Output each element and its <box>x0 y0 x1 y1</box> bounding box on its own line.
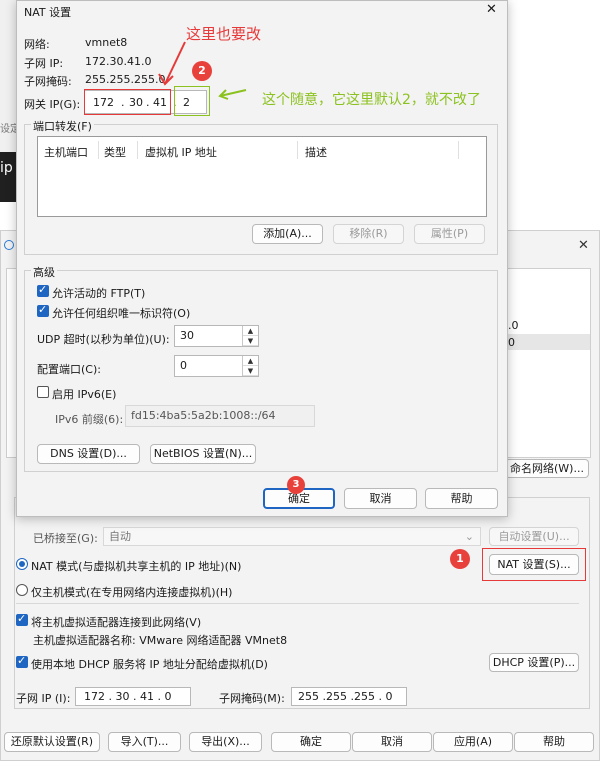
udp-timeout-value: 30 <box>180 329 194 342</box>
nat-cancel-button[interactable]: 取消 <box>344 488 417 509</box>
udp-timeout-label: UDP 超时(以秒为单位)(U): <box>37 333 170 346</box>
network-list-cell: .0 <box>508 319 519 332</box>
nat-help-button[interactable]: 帮助 <box>425 488 498 509</box>
ipv6-prefix-label: IPv6 前缀(6): <box>55 413 124 426</box>
nat-dialog-close-icon[interactable]: ✕ <box>486 2 497 17</box>
subnet-ip-label: 子网 IP: <box>24 57 64 70</box>
allow-ftp-label: 允许活动的 FTP(T) <box>52 287 146 300</box>
editor-subnet-ip-field[interactable]: 172 . 30 . 41 . 0 <box>75 687 191 706</box>
editor-subnet-mask-field[interactable]: 255 .255 .255 . 0 <box>291 687 407 706</box>
down-arrow-icon[interactable]: ▼ <box>243 336 258 346</box>
network-label: 网络: <box>24 38 50 51</box>
nat-mode-radio[interactable] <box>16 558 28 570</box>
subnet-ip-value: 172.30.41.0 <box>85 55 152 68</box>
host-only-label: 仅主机模式(在专用网络内连接虚拟机)(H) <box>31 586 233 599</box>
advanced-label: 高级 <box>31 264 57 280</box>
add-button[interactable]: 添加(A)... <box>252 224 323 244</box>
gateway-ip-label: 网关 IP(G): <box>24 98 81 111</box>
import-button[interactable]: 导入(T)... <box>108 732 181 752</box>
config-port-stepper[interactable]: ▲ ▼ <box>242 356 258 376</box>
allow-oui-checkbox[interactable] <box>37 303 49 317</box>
annotation-badge-1: 1 <box>450 549 470 569</box>
editor-close-icon[interactable]: ✕ <box>578 238 589 253</box>
config-port-value: 0 <box>180 359 187 372</box>
annotation-change-here: 这里也要改 <box>186 25 262 43</box>
annotation-default-note: 这个随意，它这里默认2，就不改了 <box>262 92 481 108</box>
rename-network-button[interactable]: 命名网络(W)... <box>505 459 589 478</box>
network-list-cell: 0 <box>508 336 515 349</box>
annotation-badge-3: 3 <box>287 476 305 494</box>
connect-adapter-checkbox[interactable] <box>16 612 28 626</box>
subnet-mask-value: 255.255.255.0 <box>85 73 166 86</box>
dhcp-settings-button[interactable]: DHCP 设置(P)... <box>489 653 579 672</box>
enable-ipv6-label: 启用 IPv6(E) <box>52 388 117 401</box>
auto-settings-button[interactable]: 自动设置(U)... <box>489 527 579 546</box>
udp-timeout-stepper[interactable]: ▲ ▼ <box>242 326 258 346</box>
bridged-label: 已桥接至(G): <box>33 532 98 545</box>
network-value: vmnet8 <box>85 36 128 49</box>
allow-oui-label: 允许任何组织唯一标识符(O) <box>52 307 191 320</box>
network-list-selected-row <box>506 334 590 350</box>
apply-button[interactable]: 应用(A) <box>433 732 513 752</box>
up-arrow-icon[interactable]: ▲ <box>243 326 258 336</box>
column-vm-ip[interactable]: 虚拟机 IP 地址 <box>145 144 217 160</box>
column-description[interactable]: 描述 <box>305 144 327 160</box>
editor-globe-icon <box>4 240 14 250</box>
subnet-mask-label: 子网掩码: <box>24 75 72 88</box>
column-divider <box>297 141 298 159</box>
enable-ipv6-checkbox[interactable] <box>37 386 49 398</box>
ipv6-prefix-field[interactable]: fd15:4ba5:5a2b:1008::/64 <box>125 405 315 427</box>
nat-dialog-title: NAT 设置 <box>24 6 72 19</box>
remove-button[interactable]: 移除(R) <box>333 224 404 244</box>
use-dhcp-label: 使用本地 DHCP 服务将 IP 地址分配给虚拟机(D) <box>31 658 268 671</box>
column-divider <box>458 141 459 159</box>
editor-subnet-ip-label: 子网 IP (I): <box>16 692 71 705</box>
gateway-highlight-green <box>174 86 210 116</box>
column-host-port[interactable]: 主机端口 <box>44 144 88 160</box>
use-dhcp-checkbox[interactable] <box>16 654 28 668</box>
up-arrow-icon[interactable]: ▲ <box>243 356 258 366</box>
bridged-select[interactable]: 自动 ⌄ <box>103 527 481 546</box>
restore-defaults-button[interactable]: 还原默认设置(R) <box>4 732 100 752</box>
nat-mode-label: NAT 模式(与虚拟机共享主机的 IP 地址)(N) <box>31 560 242 573</box>
down-arrow-icon[interactable]: ▼ <box>243 366 258 376</box>
connect-adapter-label: 将主机虚拟适配器连接到此网络(V) <box>31 616 202 629</box>
export-button[interactable]: 导出(X)... <box>189 732 262 752</box>
gateway-highlight-red <box>84 89 171 115</box>
host-only-radio[interactable] <box>16 584 28 596</box>
column-divider <box>98 141 99 159</box>
properties-button[interactable]: 属性(P) <box>414 224 485 244</box>
allow-ftp-checkbox[interactable] <box>37 283 49 297</box>
annotation-arrow-red <box>158 41 186 86</box>
editor-ok-button[interactable]: 确定 <box>271 732 351 752</box>
config-port-label: 配置端口(C): <box>37 363 101 376</box>
ipv6-prefix-value: fd15:4ba5:5a2b:1008::/64 <box>131 409 276 422</box>
annotation-badge-2: 2 <box>192 61 212 81</box>
port-forwarding-label: 端口转发(F) <box>31 118 94 134</box>
dns-settings-button[interactable]: DNS 设置(D)... <box>37 444 140 464</box>
bridged-value: 自动 <box>109 530 131 543</box>
editor-subnet-mask-label: 子网掩码(M): <box>219 692 285 705</box>
background-ip-text: ip <box>0 160 13 176</box>
nat-settings-highlight <box>482 548 586 581</box>
column-divider <box>137 141 138 159</box>
annotation-arrow-green <box>218 89 247 100</box>
editor-help-button[interactable]: 帮助 <box>514 732 594 752</box>
chevron-down-icon: ⌄ <box>464 530 474 543</box>
column-type[interactable]: 类型 <box>104 144 126 160</box>
separator <box>16 603 579 604</box>
adapter-name-label: 主机虚拟适配器名称: VMware 网络适配器 VMnet8 <box>33 634 288 647</box>
editor-cancel-button[interactable]: 取消 <box>352 732 432 752</box>
netbios-settings-button[interactable]: NetBIOS 设置(N)... <box>150 444 256 464</box>
